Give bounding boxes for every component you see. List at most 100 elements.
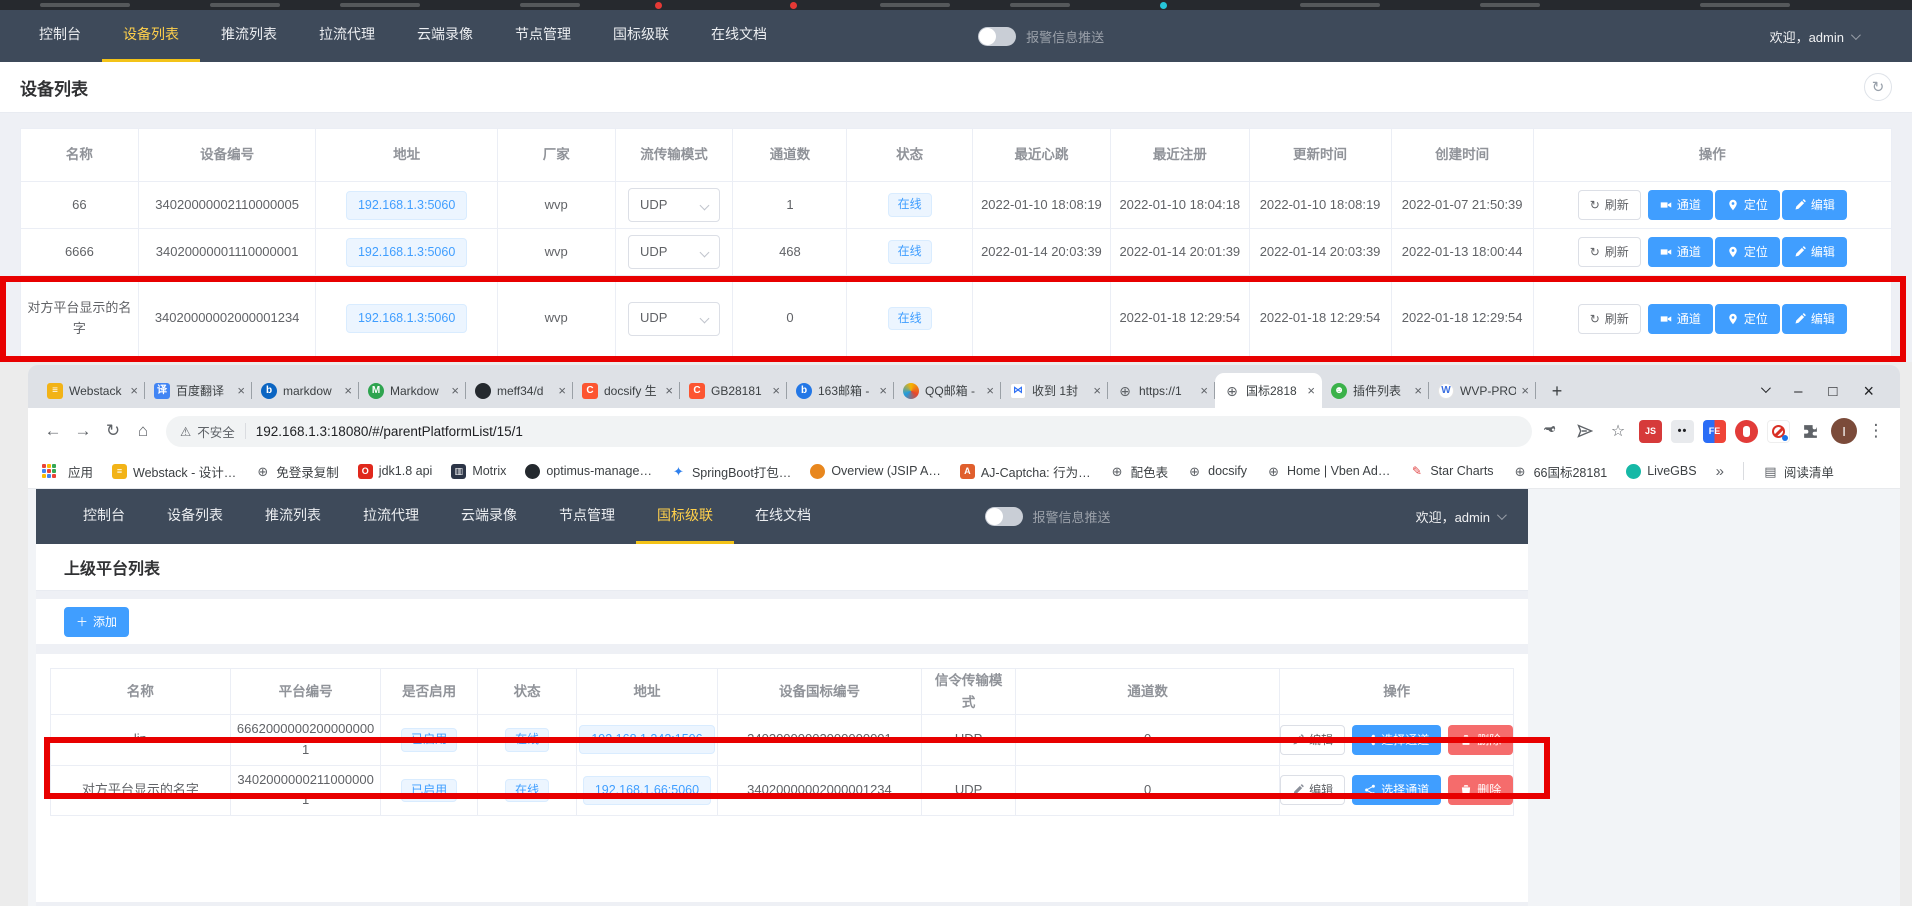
channels-button[interactable]: 通道	[1648, 190, 1713, 220]
reading-list-button[interactable]: ▤阅读清单	[1763, 462, 1834, 481]
locate-button[interactable]: 定位	[1715, 304, 1780, 334]
refresh-page-button[interactable]: ↻	[1864, 73, 1892, 101]
user-agent-extension-icon[interactable]: ••	[1671, 420, 1694, 443]
bookmark-item[interactable]: Overview (JSIP A…	[810, 464, 941, 479]
refresh-device-button[interactable]: ↻刷新	[1578, 237, 1641, 267]
locate-button[interactable]: 定位	[1715, 190, 1780, 220]
refresh-device-button[interactable]: ↻刷新	[1578, 190, 1641, 220]
nav-tab-devices[interactable]: 设备列表	[102, 10, 200, 62]
bookmark-item[interactable]: LiveGBS	[1626, 464, 1696, 479]
forward-button[interactable]: →	[68, 416, 98, 446]
minimize-button[interactable]: –	[1794, 384, 1802, 399]
bookmark-item[interactable]: optimus-manage…	[525, 464, 652, 479]
bookmarks-overflow-icon[interactable]: »	[1716, 463, 1724, 480]
browser-tab[interactable]: 译百度翻译×	[145, 373, 252, 408]
bookmark-item[interactable]: ✎Star Charts	[1409, 464, 1493, 479]
nav-tab-pull-proxy[interactable]: 拉流代理	[298, 10, 396, 62]
bookmark-item[interactable]: ⊕66国标28181	[1513, 462, 1608, 481]
back-button[interactable]: ←	[38, 416, 68, 446]
nav-tab-online-docs[interactable]: 在线文档	[690, 10, 788, 62]
tab-search-chevron-icon[interactable]	[1761, 383, 1771, 393]
choose-channels-button[interactable]: 选择通道	[1352, 725, 1441, 755]
browser-menu-icon[interactable]: ⋮	[1866, 416, 1886, 446]
close-tab-icon[interactable]: ×	[1414, 383, 1422, 398]
edit-platform-button[interactable]: 编辑	[1280, 775, 1345, 805]
bookmark-item[interactable]: ⊕docsify	[1187, 464, 1247, 479]
browser-tab[interactable]: Cdocsify 生×	[573, 373, 680, 408]
nav-tab-console[interactable]: 控制台	[18, 10, 102, 62]
stream-mode-select[interactable]: UDP	[628, 235, 720, 269]
alarm-push-toggle[interactable]	[985, 507, 1023, 526]
channels-button[interactable]: 通道	[1648, 304, 1713, 334]
alarm-push-toggle[interactable]	[978, 27, 1016, 46]
refresh-device-button[interactable]: ↻刷新	[1578, 304, 1641, 334]
nav-tab-console[interactable]: 控制台	[62, 489, 146, 544]
close-tab-icon[interactable]: ×	[451, 383, 459, 398]
browser-tab[interactable]: b163邮箱 -×	[787, 373, 894, 408]
apps-shortcut[interactable]: 应用	[42, 462, 93, 481]
bookmark-item[interactable]: ⊕Home | Vben Ad…	[1266, 464, 1390, 479]
js-extension-icon[interactable]: JS	[1639, 420, 1662, 443]
browser-tab[interactable]: ≡Webstack×	[38, 373, 145, 408]
bookmark-item[interactable]: ✦SpringBoot打包…	[671, 462, 791, 481]
browser-tab[interactable]: WWVP-PRO×	[1429, 373, 1536, 408]
close-tab-icon[interactable]: ×	[1093, 383, 1101, 398]
adblock-hand-extension-icon[interactable]	[1735, 420, 1758, 443]
delete-platform-button[interactable]: 删除	[1448, 775, 1513, 805]
user-menu[interactable]: 欢迎，admin	[1416, 507, 1504, 526]
locate-button[interactable]: 定位	[1715, 237, 1780, 267]
browser-tab[interactable]: ☻插件列表×	[1322, 373, 1429, 408]
stream-mode-select[interactable]: UDP	[628, 302, 720, 336]
add-platform-button[interactable]: ＋添加	[64, 607, 129, 637]
browser-tab[interactable]: QQ邮箱 -×	[894, 373, 1001, 408]
close-tab-icon[interactable]: ×	[772, 383, 780, 398]
browser-tab[interactable]: ⊕https://1×	[1108, 373, 1215, 408]
bookmark-item[interactable]: Ojdk1.8 api	[358, 464, 433, 479]
close-window-button[interactable]: ×	[1863, 382, 1874, 400]
nav-tab-gb-cascade[interactable]: 国标级联	[636, 489, 734, 544]
send-icon[interactable]	[1573, 416, 1597, 446]
close-tab-icon[interactable]: ×	[237, 383, 245, 398]
home-button[interactable]: ⌂	[128, 416, 158, 446]
maximize-button[interactable]: □	[1828, 384, 1837, 399]
browser-tab[interactable]: meff34/d×	[466, 373, 573, 408]
edit-platform-button[interactable]: 编辑	[1280, 725, 1345, 755]
bookmark-item[interactable]: ▥Motrix	[451, 464, 506, 479]
browser-tab[interactable]: CGB28181×	[680, 373, 787, 408]
close-tab-icon[interactable]: ×	[1200, 383, 1208, 398]
bookmark-item[interactable]: ≡Webstack - 设计…	[112, 462, 236, 481]
browser-tab[interactable]: bmarkdow×	[252, 373, 359, 408]
edit-device-button[interactable]: 编辑	[1782, 237, 1847, 267]
channels-button[interactable]: 通道	[1648, 237, 1713, 267]
edit-device-button[interactable]: 编辑	[1782, 190, 1847, 220]
browser-tab-active[interactable]: ⊕国标2818×	[1215, 373, 1322, 408]
nav-tab-push-list[interactable]: 推流列表	[200, 10, 298, 62]
close-tab-icon[interactable]: ×	[344, 383, 352, 398]
url-field[interactable]: ⚠不安全 192.168.1.3:18080/#/parentPlatformL…	[166, 416, 1532, 447]
extensions-puzzle-icon[interactable]	[1799, 420, 1822, 443]
key-icon[interactable]	[1540, 416, 1564, 446]
nav-tab-cloud-record[interactable]: 云端录像	[396, 10, 494, 62]
close-tab-icon[interactable]: ×	[130, 383, 138, 398]
nav-tab-node-manage[interactable]: 节点管理	[538, 489, 636, 544]
nav-tab-cloud-record[interactable]: 云端录像	[440, 489, 538, 544]
reload-button[interactable]: ↻	[98, 416, 128, 446]
close-tab-icon[interactable]: ×	[986, 383, 994, 398]
stream-mode-select[interactable]: UDP	[628, 188, 720, 222]
user-menu[interactable]: 欢迎，admin	[1770, 27, 1858, 46]
security-chip[interactable]: ⚠不安全	[180, 422, 235, 441]
nav-tab-online-docs[interactable]: 在线文档	[734, 489, 832, 544]
delete-platform-button[interactable]: 删除	[1448, 725, 1513, 755]
choose-channels-button[interactable]: 选择通道	[1352, 775, 1441, 805]
close-tab-icon[interactable]: ×	[1307, 383, 1315, 398]
browser-tab[interactable]: ⋈收到 1封×	[1001, 373, 1108, 408]
browser-tab[interactable]: MMarkdow×	[359, 373, 466, 408]
close-tab-icon[interactable]: ×	[558, 383, 566, 398]
nav-tab-pull-proxy[interactable]: 拉流代理	[342, 489, 440, 544]
edit-device-button[interactable]: 编辑	[1782, 304, 1847, 334]
bookmark-item[interactable]: AAJ-Captcha: 行为…	[960, 462, 1091, 481]
close-tab-icon[interactable]: ×	[879, 383, 887, 398]
bookmark-star-icon[interactable]: ☆	[1606, 416, 1630, 446]
nav-tab-node-manage[interactable]: 节点管理	[494, 10, 592, 62]
close-tab-icon[interactable]: ×	[1521, 383, 1529, 398]
